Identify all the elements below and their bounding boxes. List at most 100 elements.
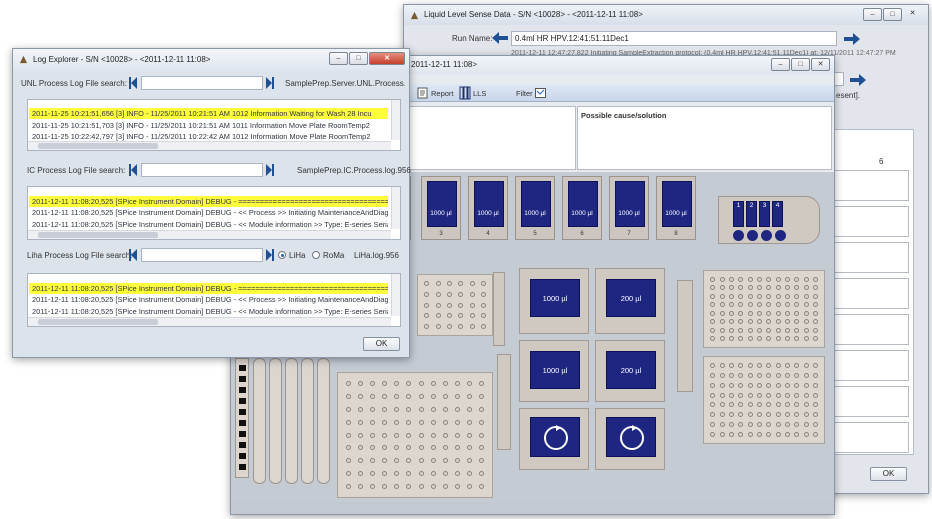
tube-strip-5[interactable]: [317, 358, 330, 484]
search-prev-icon[interactable]: [129, 164, 137, 176]
unl-search-label: UNL Process Log File search:: [21, 79, 127, 88]
ic-log-list[interactable]: 2011-12-11 11:08:20,525 [SPice Instrumen…: [27, 186, 401, 240]
plate-carrier-5[interactable]: 1000 µl 5: [515, 176, 555, 240]
well: [406, 393, 412, 399]
search-next-icon[interactable]: [266, 249, 274, 261]
horizontal-scrollbar[interactable]: [28, 317, 391, 326]
log-line[interactable]: 2011-12-11 11:08:20,525 [SPice Instrumen…: [29, 196, 388, 207]
log-line[interactable]: 2011-11-25 10:21:51,703 [3] INFO - 11/25…: [32, 120, 388, 131]
deck-close-button[interactable]: ✕: [811, 58, 830, 71]
arrow-right-icon-2[interactable]: [850, 74, 866, 86]
trough-column-center[interactable]: [497, 354, 511, 450]
lls-button[interactable]: LLS: [473, 89, 486, 98]
table-row[interactable]: [829, 278, 909, 309]
search-next-icon[interactable]: [266, 164, 274, 176]
rotation-block-2[interactable]: [595, 408, 665, 470]
well: [728, 293, 734, 299]
tube-strip-4[interactable]: [301, 358, 314, 484]
log-line[interactable]: 2011-12-11 11:08:20,525 [SPice Instrumen…: [32, 207, 388, 218]
deck-maximize-button[interactable]: □: [791, 58, 810, 71]
plate-carrier-6[interactable]: 1000 µl 6: [562, 176, 602, 240]
microplate-left[interactable]: [417, 274, 493, 336]
log-line[interactable]: 2011-12-11 11:08:20,525 [SPice Instrumen…: [29, 283, 388, 294]
well: [479, 419, 485, 425]
log-close-button[interactable]: ✕: [369, 52, 405, 65]
arrow-left-icon[interactable]: [492, 32, 508, 44]
plate-carrier-8[interactable]: 1000 µl 8: [656, 176, 696, 240]
filter-icon[interactable]: [535, 88, 546, 98]
reagent-tube-4[interactable]: 4: [772, 201, 783, 227]
well: [382, 380, 388, 386]
search-prev-icon[interactable]: [129, 77, 137, 89]
table-row[interactable]: [829, 314, 909, 345]
search-prev-icon[interactable]: [129, 249, 137, 261]
table-row[interactable]: [829, 422, 909, 453]
table-row[interactable]: [829, 386, 909, 417]
log-line[interactable]: 2011-12-11 11:08:20,525 [SPice Instrumen…: [32, 219, 388, 230]
trough-block-2[interactable]: 200 µl: [595, 268, 665, 334]
log-minimize-button[interactable]: –: [329, 52, 348, 65]
trough-block-4[interactable]: 200 µl: [595, 340, 665, 402]
roma-radio[interactable]: [312, 251, 320, 259]
microplate-left-lower[interactable]: [337, 372, 493, 498]
rotation-block-1[interactable]: [519, 408, 589, 470]
deck-minimize-button[interactable]: –: [771, 58, 790, 71]
tube-strip-2[interactable]: [269, 358, 282, 484]
liha-search-input[interactable]: [141, 248, 263, 262]
horizontal-scrollbar[interactable]: [28, 141, 391, 150]
report-icon[interactable]: [417, 87, 428, 99]
minimize-button[interactable]: –: [863, 8, 882, 21]
tube-strip-3[interactable]: [285, 358, 298, 484]
log-line[interactable]: 2011-12-11 11:08:20,525 [SPice Instrumen…: [32, 294, 388, 305]
well: [747, 336, 753, 342]
table-row[interactable]: [829, 242, 909, 273]
well: [784, 327, 790, 333]
well: [442, 380, 448, 386]
table-row[interactable]: [829, 206, 909, 237]
table-row[interactable]: [829, 170, 909, 201]
plate-carrier-3[interactable]: 1000 µl 3: [421, 176, 461, 240]
report-button[interactable]: Report: [431, 89, 454, 98]
ic-search-input[interactable]: [141, 163, 263, 177]
maximize-button[interactable]: □: [883, 8, 902, 21]
plate-carrier-7[interactable]: 1000 µl 7: [609, 176, 649, 240]
reagent-tube-2[interactable]: 2: [746, 201, 757, 227]
reagent-tube-3[interactable]: 3: [759, 201, 770, 227]
liha-radio[interactable]: [278, 251, 286, 259]
sample-tube-rack[interactable]: [235, 358, 249, 478]
well: [469, 324, 475, 330]
well: [369, 419, 375, 425]
horizontal-scrollbar[interactable]: [28, 230, 391, 239]
log-line[interactable]: 2011-12-11 11:08:20,525 [SPice Instrumen…: [32, 306, 388, 317]
vertical-scrollbar[interactable]: [391, 100, 400, 140]
back-ok-button[interactable]: OK: [870, 467, 907, 481]
well: [430, 419, 436, 425]
log-ok-button[interactable]: OK: [363, 337, 400, 351]
log-line[interactable]: 2011-11-25 10:21:51,656 [3] INFO - 11/25…: [29, 108, 388, 119]
unl-log-list[interactable]: 2011-11-25 10:21:51,656 [3] INFO - 11/25…: [27, 99, 401, 151]
search-next-icon[interactable]: [266, 77, 274, 89]
trough-block-3[interactable]: 1000 µl: [519, 340, 589, 402]
reagent-holder[interactable]: 1 2 3 4: [718, 196, 820, 244]
table-row[interactable]: [829, 350, 909, 381]
unl-search-input[interactable]: [141, 76, 263, 90]
well: [479, 406, 485, 412]
well: [803, 373, 809, 379]
trough-block-1[interactable]: 1000 µl: [519, 268, 589, 334]
microplate-right-upper[interactable]: [703, 270, 825, 348]
trough-column-left[interactable]: [493, 272, 505, 346]
well: [467, 458, 473, 464]
vertical-scrollbar[interactable]: [391, 187, 400, 229]
run-name-field[interactable]: 0.4ml HR HPV.12:41:51.11Dec1: [511, 31, 837, 46]
lls-icon[interactable]: [459, 86, 471, 100]
arrow-right-icon[interactable]: [844, 33, 860, 45]
log-maximize-button[interactable]: □: [349, 52, 368, 65]
reagent-tube-1[interactable]: 1: [733, 201, 744, 227]
plate-carrier-4[interactable]: 1000 µl 4: [468, 176, 508, 240]
tube-strip-1[interactable]: [253, 358, 266, 484]
microplate-right-lower[interactable]: [703, 356, 825, 444]
trough-column-right[interactable]: [677, 280, 693, 392]
liha-log-list[interactable]: 2011-12-11 11:08:20,525 [SPice Instrumen…: [27, 273, 401, 327]
vertical-scrollbar[interactable]: [391, 274, 400, 316]
close-button[interactable]: ✕: [903, 8, 922, 21]
